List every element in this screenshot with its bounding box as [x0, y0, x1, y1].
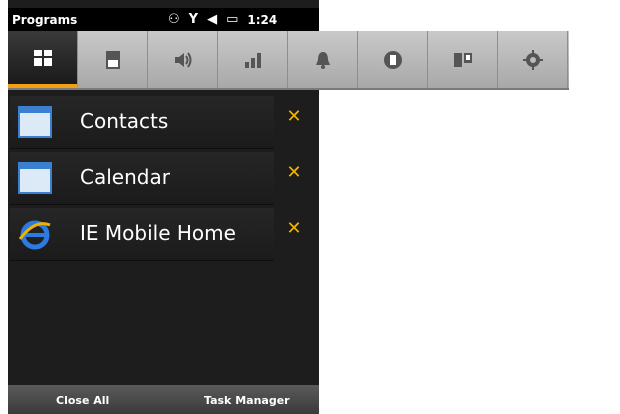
signal-bars-icon — [244, 52, 261, 68]
tab-notifications[interactable] — [288, 31, 358, 88]
task-manager-softkey[interactable]: Task Manager — [204, 394, 290, 407]
status-title: Programs — [12, 12, 78, 27]
window-icon — [18, 106, 52, 138]
list-item: IE Mobile Home ✕ — [8, 208, 319, 261]
bell-icon — [315, 51, 330, 69]
running-programs-list: Contacts ✕ Calendar ✕ IE Mobile Home ✕ — [8, 96, 319, 264]
tab-settings[interactable] — [498, 31, 568, 88]
speaker-icon: ◀ — [207, 12, 218, 27]
devices-icon — [453, 52, 472, 67]
status-bar[interactable]: Programs ⚇ Y ◀ ▭ 1:24 — [8, 8, 319, 31]
clock: 1:24 — [247, 12, 278, 27]
program-contacts[interactable]: Contacts — [10, 96, 274, 149]
tab-bar — [8, 31, 569, 90]
close-ie-mobile-button[interactable]: ✕ — [284, 218, 304, 239]
program-calendar[interactable]: Calendar — [10, 152, 274, 205]
status-icons: ⚇ Y ◀ ▭ 1:24 — [168, 8, 277, 31]
program-label: Calendar — [80, 165, 170, 189]
battery-icon: ▭ — [226, 12, 239, 27]
sounds-icon — [174, 51, 191, 68]
softkey-bar: Close All Task Manager — [8, 385, 319, 414]
internet-explorer-icon — [18, 220, 51, 250]
program-label: IE Mobile Home — [80, 221, 236, 245]
signal-icon: Y — [188, 12, 199, 27]
tab-sounds[interactable] — [148, 31, 218, 88]
tab-phone[interactable] — [358, 31, 428, 88]
close-calendar-button[interactable]: ✕ — [284, 162, 304, 183]
list-item: Contacts ✕ — [8, 96, 319, 149]
memory-card-icon — [105, 50, 120, 69]
program-label: Contacts — [80, 109, 169, 133]
window-icon — [18, 162, 52, 194]
tab-signal[interactable] — [218, 31, 288, 88]
tab-devices[interactable] — [428, 31, 498, 88]
close-contacts-button[interactable]: ✕ — [284, 106, 304, 127]
program-ie-mobile[interactable]: IE Mobile Home — [10, 208, 274, 261]
close-all-softkey[interactable]: Close All — [56, 394, 109, 407]
list-item: Calendar ✕ — [8, 152, 319, 205]
programs-icon — [33, 49, 52, 66]
tab-memory[interactable] — [78, 31, 148, 88]
settings-gear-icon — [522, 49, 543, 70]
connectivity-icon: ⚇ — [168, 12, 180, 27]
tab-programs[interactable] — [8, 31, 78, 88]
phone-icon — [383, 50, 402, 69]
